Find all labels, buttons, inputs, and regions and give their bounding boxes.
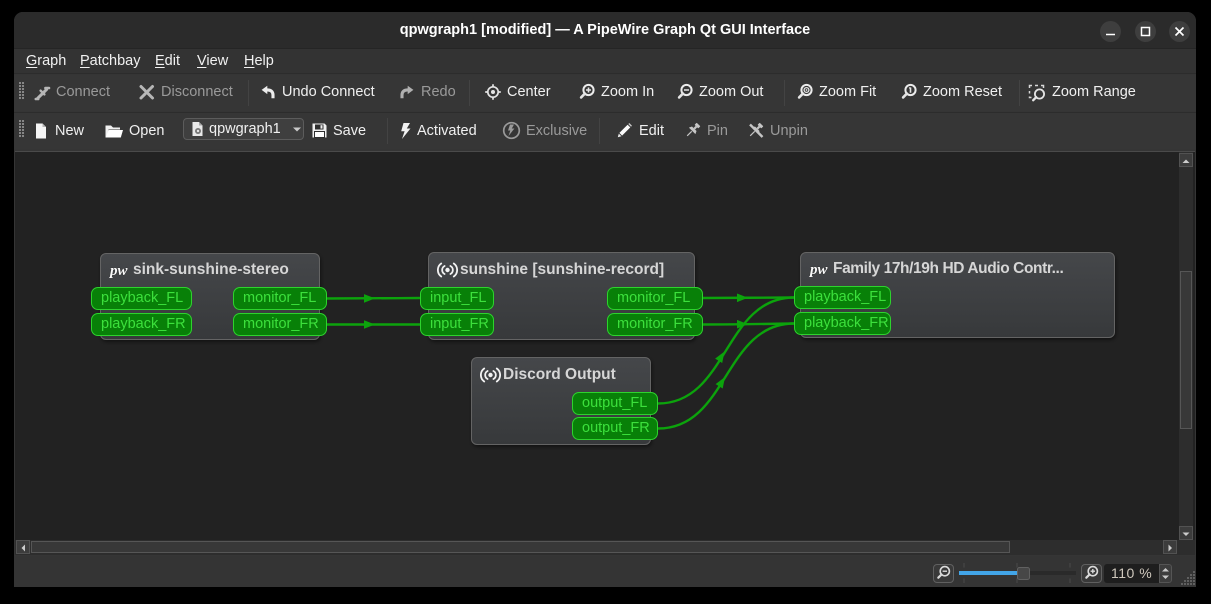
svg-text:pw: pw <box>109 263 129 278</box>
svg-text:pw: pw <box>809 262 829 277</box>
